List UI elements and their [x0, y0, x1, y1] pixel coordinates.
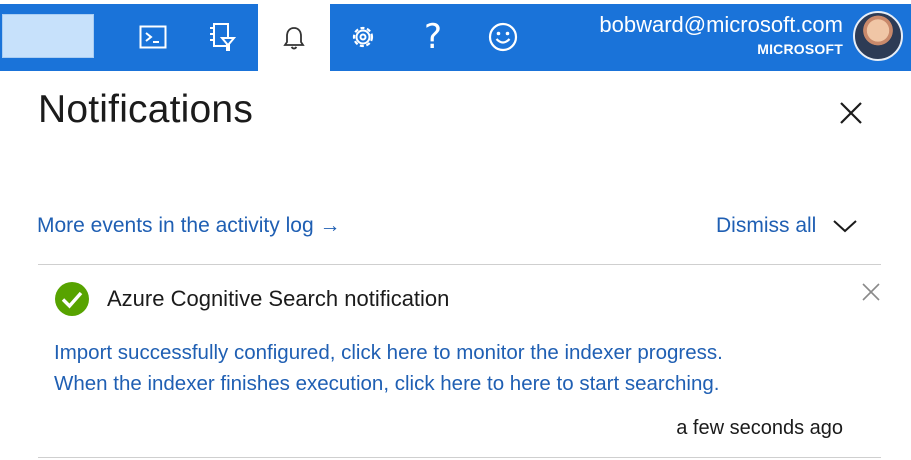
notification-message-line1: Import successfully configured, click he…: [54, 341, 723, 364]
directory-filter-button[interactable]: [199, 14, 245, 60]
notification-title: Azure Cognitive Search notification: [107, 286, 450, 311]
chevron-down-icon: [833, 220, 858, 233]
divider: [38, 264, 881, 265]
notification-close-icon[interactable]: [860, 281, 882, 303]
bell-icon: [283, 27, 305, 50]
feedback-icon: [488, 22, 518, 52]
success-check-icon: [55, 282, 89, 316]
notification-message-line2: When the indexer finishes execution, cli…: [54, 372, 720, 395]
notification-timestamp: a few seconds ago: [676, 417, 843, 439]
notification-message[interactable]: Import successfully configured, click he…: [54, 337, 834, 399]
feedback-button[interactable]: [480, 14, 526, 60]
help-icon: ?: [423, 17, 443, 57]
top-bar: ? bobward@microsoft.com MICROSOFT: [0, 0, 911, 72]
search-input[interactable]: [2, 14, 94, 58]
account-org: MICROSOFT: [757, 41, 843, 57]
dismiss-all-button[interactable]: Dismiss all: [716, 214, 858, 238]
notifications-button[interactable]: [258, 4, 330, 72]
account-info[interactable]: bobward@microsoft.com MICROSOFT: [599, 12, 843, 60]
dismiss-all-label: Dismiss all: [716, 214, 817, 237]
settings-button[interactable]: [340, 14, 386, 60]
divider: [38, 457, 881, 458]
close-icon[interactable]: [836, 98, 866, 128]
cloud-shell-button[interactable]: [130, 14, 176, 60]
account-email: bobward@microsoft.com: [599, 12, 843, 37]
help-button[interactable]: ?: [410, 14, 456, 60]
directory-filter-icon: [210, 23, 236, 51]
cloud-shell-icon: [139, 25, 167, 49]
avatar[interactable]: [853, 11, 903, 61]
page-title: Notifications: [38, 88, 254, 131]
activity-log-link[interactable]: More events in the activity log →: [37, 214, 340, 238]
gear-icon: [352, 26, 374, 48]
